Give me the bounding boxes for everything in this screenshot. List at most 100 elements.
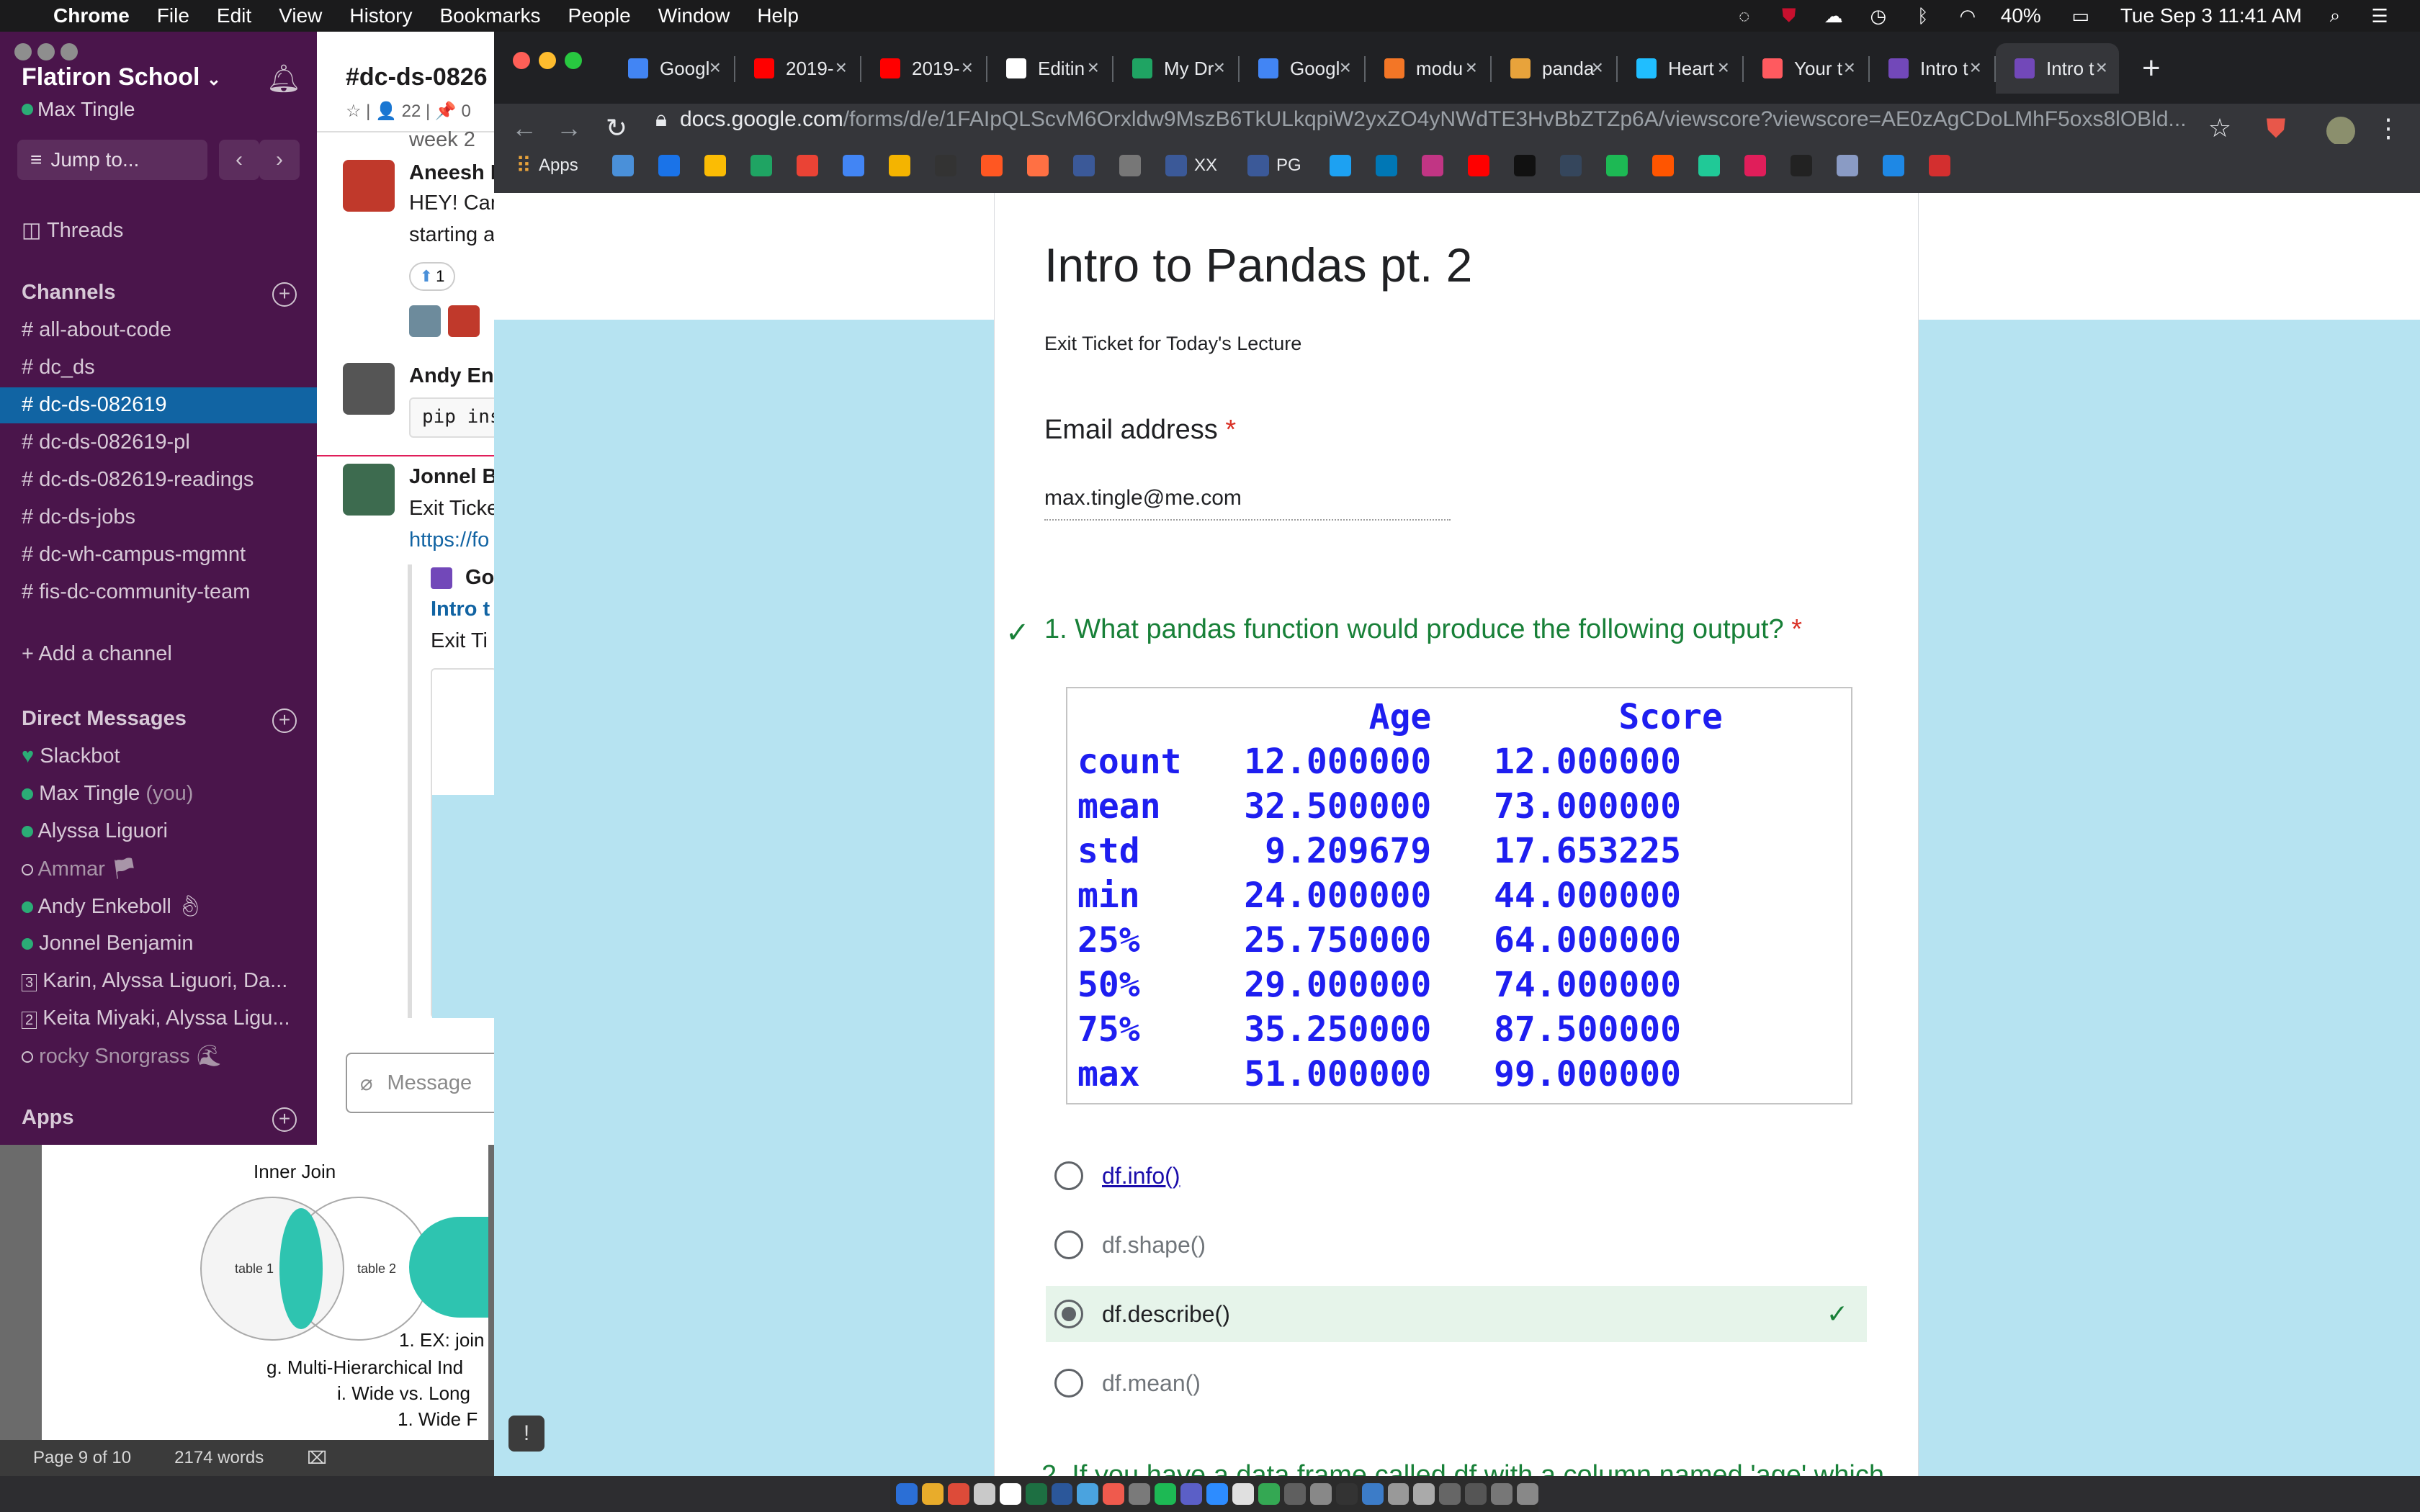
bookmark-item[interactable] [1698, 151, 1720, 180]
bookmark-item[interactable] [1514, 151, 1536, 180]
option-df-mean[interactable]: df.mean() [1046, 1355, 1867, 1411]
dock-app-icon[interactable] [999, 1483, 1021, 1505]
bookmark-item[interactable] [1119, 151, 1141, 180]
browser-tab[interactable]: panda × [1492, 43, 1615, 94]
channel-item[interactable]: # fis-dc-community-team [22, 580, 250, 604]
channel-item[interactable]: # dc-wh-campus-mgmnt [22, 543, 246, 567]
channels-header[interactable]: Channels [22, 281, 116, 305]
dm-item[interactable]: Alyssa Liguori [22, 819, 168, 843]
channel-item[interactable]: # all-about-code [22, 318, 171, 342]
dock-app-icon[interactable] [947, 1483, 969, 1505]
dock-app-icon[interactable] [1206, 1483, 1228, 1505]
bookmark-item[interactable] [612, 151, 634, 180]
browser-tab[interactable]: My Dr × [1113, 43, 1237, 94]
workspace-name[interactable]: Flatiron School ⌄ [22, 63, 221, 91]
window-close-button[interactable] [14, 43, 32, 60]
dock-app-icon[interactable] [921, 1483, 944, 1505]
word-count[interactable]: 2174 words [174, 1448, 264, 1468]
add-app-icon[interactable]: + [272, 1107, 297, 1132]
bookmark-item[interactable] [1560, 151, 1582, 180]
browser-tab[interactable]: Editin × [987, 43, 1111, 94]
dm-item[interactable]: Andy Enkeboll 👌︎ [22, 894, 204, 919]
tab-close-icon[interactable]: × [1718, 56, 1729, 79]
dock-app-icon[interactable] [896, 1483, 918, 1505]
bookmark-item[interactable] [1606, 151, 1628, 180]
dm-item[interactable]: Ammar 🏴︎ [22, 857, 138, 881]
channel-item[interactable]: # dc-ds-082619-pl [22, 431, 190, 454]
bookmark-item[interactable] [1744, 151, 1766, 180]
group-dm-item[interactable]: 2 Keita Miyaki, Alyssa Ligu... [22, 1007, 290, 1030]
bookmark-item[interactable] [750, 151, 772, 180]
tab-close-icon[interactable]: × [2096, 56, 2107, 79]
tab-close-icon[interactable]: × [709, 56, 721, 79]
dock-app-icon[interactable] [1491, 1483, 1513, 1505]
channel-item[interactable]: # dc-ds-082619-readings [22, 468, 254, 492]
back-icon[interactable]: ← [504, 108, 544, 148]
forward-icon[interactable]: → [549, 108, 589, 148]
avatar[interactable] [343, 363, 395, 415]
forward-arrow-icon[interactable]: › [259, 140, 300, 180]
reload-icon[interactable]: ↻ [596, 108, 637, 148]
bookmark-item[interactable] [1422, 151, 1443, 180]
dock-app-icon[interactable] [1387, 1483, 1410, 1505]
channel-title[interactable]: #dc-ds-0826 [346, 63, 488, 91]
menu-app-name[interactable]: Chrome [53, 4, 130, 27]
dock-app-icon[interactable] [1465, 1483, 1487, 1505]
dock-app-icon[interactable] [1129, 1483, 1151, 1505]
radio-button[interactable] [1054, 1230, 1083, 1259]
browser-tab[interactable]: Googl × [609, 43, 732, 94]
bookmark-apps[interactable]: ⠿ Apps [516, 151, 578, 180]
tab-close-icon[interactable]: × [1592, 56, 1603, 79]
bookmark-item[interactable] [981, 151, 1003, 180]
add-channel-icon[interactable]: + [272, 282, 297, 307]
bookmark-item[interactable] [843, 151, 864, 180]
channel-item-active[interactable]: # dc-ds-082619 [22, 393, 167, 417]
tab-close-icon[interactable]: × [1970, 56, 1981, 79]
radio-button-selected[interactable] [1054, 1300, 1083, 1328]
message-author[interactable]: Jonnel B [409, 465, 497, 489]
bookmark-item[interactable] [1837, 151, 1858, 180]
avatar[interactable] [448, 305, 480, 337]
menu-history[interactable]: History [349, 4, 412, 27]
add-channel-link[interactable]: + Add a channel [22, 642, 172, 666]
browser-tab[interactable]: Intro t × [1870, 43, 1993, 94]
dock-app-icon[interactable] [1258, 1483, 1280, 1505]
bookmark-item[interactable] [1330, 151, 1351, 180]
tab-close-icon[interactable]: × [835, 56, 847, 79]
proofing-icon[interactable]: ⌧ [307, 1448, 327, 1469]
browser-tab[interactable]: 2019- × [735, 43, 859, 94]
browser-tab[interactable]: Heart × [1618, 43, 1741, 94]
group-dm-item[interactable]: 3 Karin, Alyssa Liguori, Da... [22, 969, 287, 993]
direct-messages-header[interactable]: Direct Messages [22, 707, 187, 731]
dock-app-icon[interactable] [1361, 1483, 1384, 1505]
tab-close-icon[interactable]: × [1088, 56, 1099, 79]
dock-app-icon[interactable] [1335, 1483, 1358, 1505]
dock-app-icon[interactable] [1439, 1483, 1461, 1505]
threads-link[interactable]: ◫ Threads [22, 217, 123, 243]
bookmark-item[interactable] [1073, 151, 1095, 180]
reaction-badge[interactable]: ⬆ 1 [409, 262, 455, 291]
browser-tab[interactable]: Your t × [1744, 43, 1867, 94]
browser-tab[interactable]: Intro t × [1996, 43, 2119, 94]
dock-app-icon[interactable] [1025, 1483, 1047, 1505]
dock-app-icon[interactable] [1232, 1483, 1254, 1505]
bookmark-item[interactable] [1027, 151, 1049, 180]
bookmark-item[interactable] [1468, 151, 1489, 180]
tab-close-icon[interactable]: × [1340, 56, 1351, 79]
unfurl-preview-image[interactable] [431, 668, 497, 1018]
bookmark-item[interactable] [704, 151, 726, 180]
option-df-shape[interactable]: df.shape() [1046, 1217, 1867, 1273]
dock-app-icon[interactable] [1413, 1483, 1435, 1505]
window-minimize-button[interactable] [37, 43, 55, 60]
address-bar[interactable]: 🔒︎ docs.google.com/forms/d/e/1FAIpQLScvM… [655, 102, 2197, 137]
feedback-icon[interactable]: ! [508, 1416, 544, 1452]
dock-app-icon[interactable] [1155, 1483, 1177, 1505]
new-tab-icon[interactable]: + [2142, 50, 2161, 86]
tab-close-icon[interactable]: × [1214, 56, 1225, 79]
chrome-menu-icon[interactable]: ⋮ [2368, 108, 2408, 148]
menu-view[interactable]: View [279, 4, 322, 27]
dm-item[interactable]: Max Tingle (you) [22, 782, 193, 806]
message-link[interactable]: https://fo [409, 528, 489, 552]
bookmark-item[interactable]: PG [1247, 151, 1301, 180]
radio-button[interactable] [1054, 1369, 1083, 1398]
